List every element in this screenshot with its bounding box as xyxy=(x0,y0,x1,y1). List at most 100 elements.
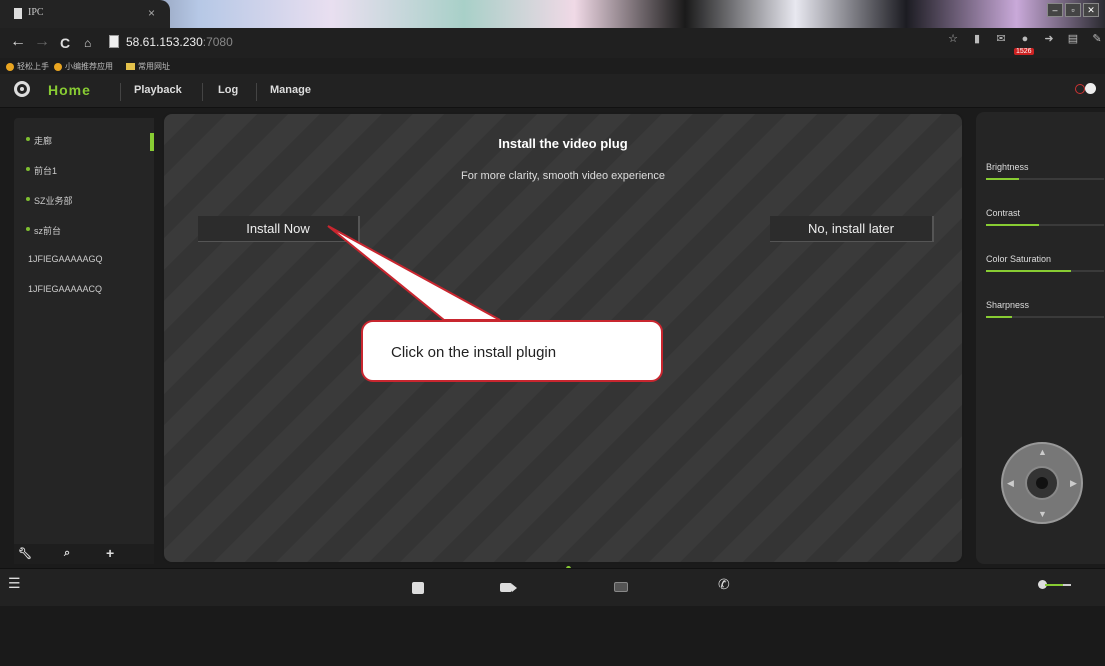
saturation-slider[interactable]: Color Saturation xyxy=(986,254,1104,272)
download-count-badge: 1526 xyxy=(1014,48,1034,55)
bookmarks-bar: 轻松上手 小编推荐应用 常用网址 xyxy=(0,58,1105,74)
browser-extension-icons: ☆ ▮ ✉ ● ➜ ▤ ✎ xyxy=(946,32,1104,46)
reload-icon[interactable]: C xyxy=(60,35,70,51)
slider-track[interactable] xyxy=(986,178,1104,180)
signal-icon[interactable]: ▮ xyxy=(970,32,984,46)
window-controls: – ▫ ✕ xyxy=(1047,3,1099,17)
slider-fill xyxy=(986,224,1040,226)
home-page-icon[interactable]: ⌂ xyxy=(84,36,91,50)
wrench-menu-icon[interactable]: ✎ xyxy=(1090,32,1104,46)
arrow-icon[interactable]: ➜ xyxy=(1042,32,1056,46)
bookmark-item[interactable]: 小编推荐应用 xyxy=(54,61,113,72)
slider-track[interactable] xyxy=(986,270,1104,272)
snapshot-icon[interactable] xyxy=(614,582,628,592)
nav-playback[interactable]: Playback xyxy=(134,84,182,96)
online-dot-icon xyxy=(26,197,30,201)
nav-divider xyxy=(120,83,121,101)
saturation-label: Color Saturation xyxy=(986,254,1052,264)
device-tools: 🔧︎ ⌕ + xyxy=(14,544,154,564)
page-icon xyxy=(109,35,119,48)
user-icon xyxy=(1085,83,1096,94)
browser-tab[interactable]: IPC × xyxy=(0,0,170,28)
device-item[interactable]: 前台1 xyxy=(26,164,103,194)
slider-fill xyxy=(986,178,1020,180)
nav-divider xyxy=(202,83,203,101)
ptz-center-dot xyxy=(1036,477,1048,489)
record-icon[interactable] xyxy=(500,583,517,592)
zoom-icon[interactable]: ⌕ xyxy=(64,547,70,560)
device-item[interactable]: 1JFIEGAAAAAGQ xyxy=(26,254,103,284)
brightness-label: Brightness xyxy=(986,162,1029,172)
power-icon xyxy=(1075,84,1085,94)
device-item[interactable]: SZ业务部 xyxy=(26,194,103,224)
device-item[interactable]: 走廊 xyxy=(26,134,103,164)
sharpness-label: Sharpness xyxy=(986,300,1030,310)
minimize-icon[interactable]: – xyxy=(1047,3,1063,17)
volume-track xyxy=(1063,584,1071,586)
brightness-slider[interactable]: Brightness xyxy=(986,162,1104,180)
sharpness-slider[interactable]: Sharpness xyxy=(986,300,1104,318)
ptz-right-icon[interactable]: ▶ xyxy=(1070,478,1077,489)
stop-icon[interactable] xyxy=(412,582,424,594)
add-icon[interactable]: + xyxy=(106,545,114,561)
forward-icon[interactable]: → xyxy=(34,33,50,51)
contrast-slider[interactable]: Contrast xyxy=(986,208,1104,226)
nav-home[interactable]: Home xyxy=(48,82,91,98)
device-list-panel: 走廊 前台1 SZ业务部 sz前台 1JFIEGAAAAAGQ 1JFIEGAA… xyxy=(14,118,154,564)
device-item[interactable]: 1JFIEGAAAAACQ xyxy=(26,284,103,314)
bookmark-item[interactable]: 轻松上手 xyxy=(6,61,49,72)
callout-pointer xyxy=(327,225,501,321)
nav-manage[interactable]: Manage xyxy=(270,84,311,96)
slider-fill xyxy=(986,316,1012,318)
active-indicator xyxy=(150,133,154,151)
slider-track[interactable] xyxy=(986,224,1104,226)
online-dot-icon xyxy=(26,227,30,231)
bottom-control-bar: ☰ ✆ xyxy=(0,568,1105,606)
ptz-left-icon[interactable]: ◀ xyxy=(1007,478,1014,489)
address-bar[interactable]: 58.61.153.230:7080 xyxy=(106,33,946,53)
page-bottom-area xyxy=(0,606,1105,666)
page-favicon-icon xyxy=(14,8,22,19)
device-item[interactable]: sz前台 xyxy=(26,224,103,254)
video-panel: Install the video plug For more clarity,… xyxy=(162,112,964,571)
download-icon[interactable]: ● xyxy=(1018,32,1032,46)
bookmark-icon xyxy=(54,62,62,71)
wrench-icon[interactable]: 🔧︎ xyxy=(18,547,32,560)
plugin-prompt-subtitle: For more clarity, smooth video experienc… xyxy=(461,170,665,182)
bookmark-star-icon[interactable]: ☆ xyxy=(946,32,960,46)
online-dot-icon xyxy=(26,167,30,171)
close-icon[interactable]: ✕ xyxy=(1083,3,1099,17)
maximize-icon[interactable]: ▫ xyxy=(1065,3,1081,17)
nav-log[interactable]: Log xyxy=(218,84,238,96)
slider-track[interactable] xyxy=(986,316,1104,318)
ptz-up-icon[interactable]: ▲ xyxy=(1038,447,1047,457)
nav-divider xyxy=(256,83,257,101)
annotation-text: Click on the install plugin xyxy=(391,344,557,361)
tab-close-icon[interactable]: × xyxy=(148,6,155,20)
slider-fill xyxy=(986,270,1071,272)
list-menu-icon[interactable]: ☰ xyxy=(8,575,21,592)
ptz-dpad-icon[interactable]: ▲ ▼ ◀ ▶ xyxy=(1001,442,1083,524)
extension-icon[interactable]: ▤ xyxy=(1066,32,1080,46)
ptz-down-icon[interactable]: ▼ xyxy=(1038,509,1047,519)
url-text: 58.61.153.230:7080 xyxy=(126,35,233,49)
online-dot-icon xyxy=(26,137,30,141)
power-toggle[interactable] xyxy=(1075,82,1097,94)
device-list: 走廊 前台1 SZ业务部 sz前台 1JFIEGAAAAAGQ 1JFIEGAA… xyxy=(26,134,103,314)
bookmark-item[interactable]: 常用网址 xyxy=(126,61,170,72)
app-logo-icon xyxy=(14,81,30,97)
browser-tabstrip: IPC × – ▫ ✕ xyxy=(0,0,1105,28)
contrast-label: Contrast xyxy=(986,208,1021,218)
volume-fill xyxy=(1045,584,1063,586)
install-later-button[interactable]: No, install later xyxy=(770,216,934,242)
talk-icon[interactable]: ✆ xyxy=(718,576,730,593)
bookmark-icon xyxy=(6,62,14,71)
plugin-prompt-title: Install the video plug xyxy=(498,136,628,151)
tab-title: IPC xyxy=(28,7,44,18)
mail-icon[interactable]: ✉ xyxy=(994,32,1008,46)
annotation-callout: Click on the install plugin xyxy=(361,320,663,382)
image-settings-panel: Brightness Contrast Color Saturation Sha… xyxy=(976,112,1105,564)
ptz-center[interactable] xyxy=(1025,466,1059,500)
back-icon[interactable]: ← xyxy=(10,33,26,51)
folder-icon xyxy=(126,63,135,70)
